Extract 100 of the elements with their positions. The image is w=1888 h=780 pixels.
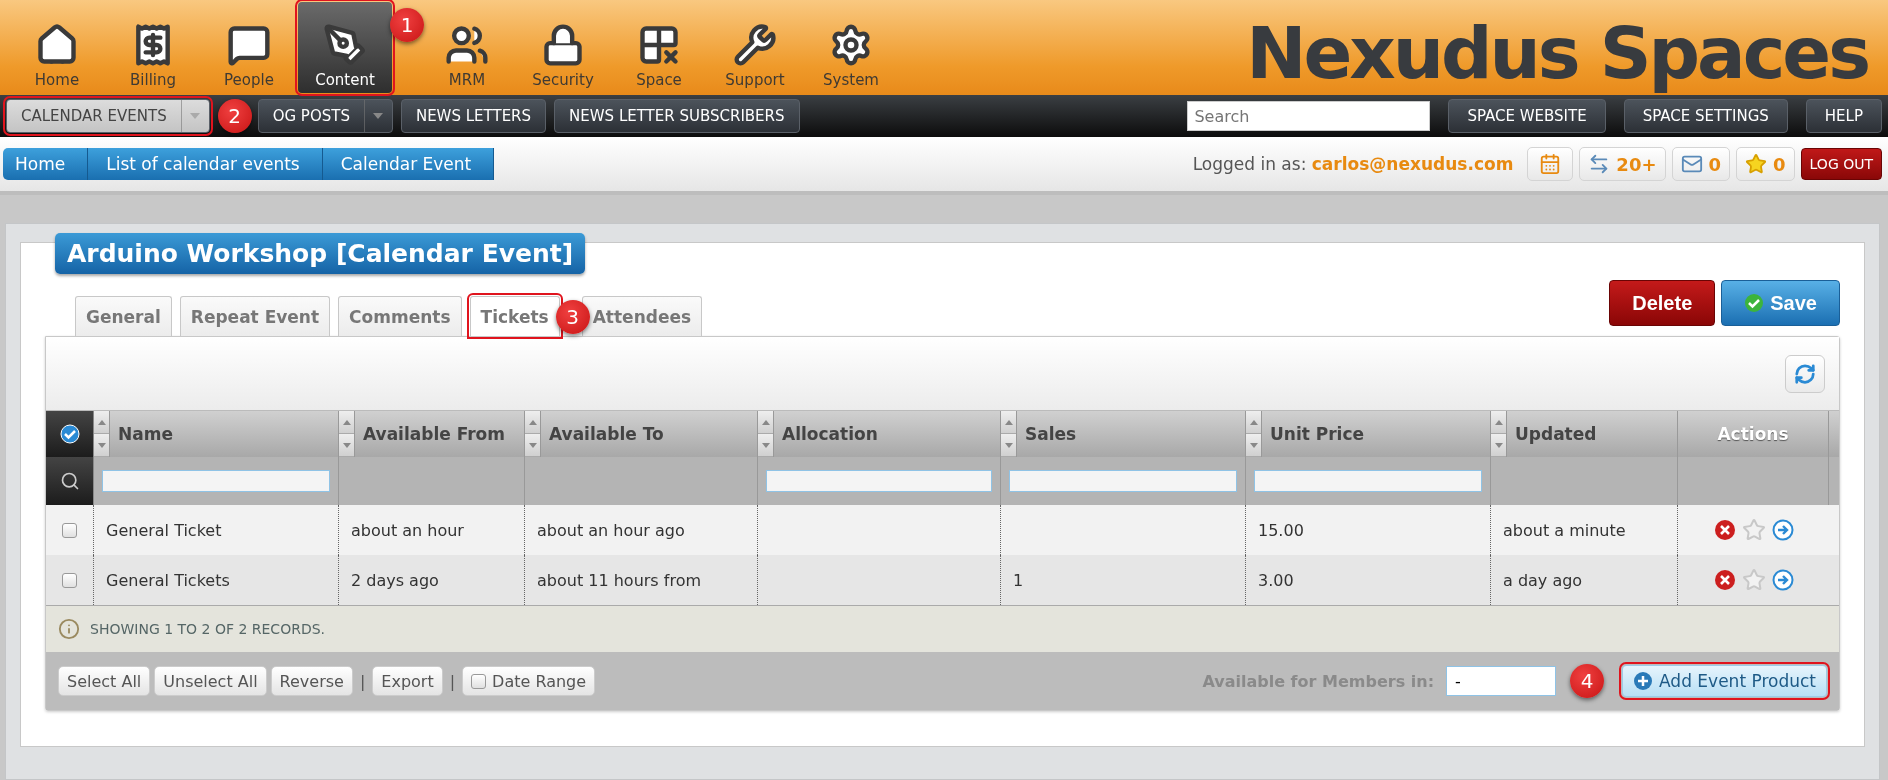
arrow-right-icon[interactable] xyxy=(1771,519,1794,541)
page-title: Arduino Workshop [Calendar Event] xyxy=(55,233,586,274)
tab[interactable]: General xyxy=(75,296,172,336)
counter-button[interactable] xyxy=(1527,147,1574,181)
search-field[interactable]: Search xyxy=(1187,101,1431,131)
breadcrumb-link[interactable]: Home xyxy=(3,148,89,180)
nav-tab[interactable]: Security xyxy=(516,2,610,93)
sort-arrows-icon[interactable] xyxy=(339,411,355,457)
breadcrumb-link[interactable]: List of calendar events xyxy=(88,148,323,180)
filter-field[interactable] xyxy=(766,470,992,492)
table-cell: 1 xyxy=(1013,570,1024,590)
logout-button[interactable]: LOG OUT xyxy=(1800,148,1882,180)
caret-icon xyxy=(190,113,201,119)
delete-icon[interactable] xyxy=(1713,519,1736,541)
members-field[interactable]: - xyxy=(1446,666,1557,696)
calendar-icon xyxy=(1539,153,1562,175)
house-icon xyxy=(35,23,79,67)
nav-tab[interactable]: Billing xyxy=(106,2,200,93)
nav-tab[interactable]: Content xyxy=(298,2,392,93)
refresh-button[interactable] xyxy=(1785,354,1825,393)
menu-dropdown[interactable]: OG POSTS xyxy=(257,99,393,133)
arrow-right-icon[interactable] xyxy=(1771,569,1794,591)
breadcrumb-link[interactable]: Calendar Event xyxy=(322,148,495,180)
speech-bubble-icon xyxy=(227,23,271,67)
sort-arrows-icon[interactable] xyxy=(525,411,541,457)
mail-icon xyxy=(1680,153,1703,175)
tab[interactable]: Attendees xyxy=(581,296,703,336)
star-icon[interactable] xyxy=(1741,568,1766,592)
sort-arrows-icon[interactable] xyxy=(94,411,110,457)
info-icon xyxy=(58,618,80,640)
separator: | xyxy=(448,671,457,691)
header-button[interactable]: SPACE WEBSITE xyxy=(1448,99,1606,133)
sort-arrows-icon[interactable] xyxy=(1001,411,1017,457)
menu-dropdown[interactable]: CALENDAR EVENTS xyxy=(6,99,210,133)
date-range-checkbox[interactable]: Date Range xyxy=(462,666,596,696)
table-cell: about 11 hours from xyxy=(537,570,701,590)
filter-field[interactable] xyxy=(1254,470,1482,492)
nav-tab[interactable]: People xyxy=(202,2,296,93)
table-cell: about an hour xyxy=(351,520,464,540)
check-icon xyxy=(1744,293,1765,313)
nav-tab[interactable]: System xyxy=(804,2,898,93)
footer-button[interactable]: Reverse xyxy=(270,666,353,696)
gear-icon xyxy=(829,23,873,67)
delete-icon[interactable] xyxy=(1713,569,1736,591)
caret-icon xyxy=(373,113,384,119)
delete-button[interactable]: Delete xyxy=(1609,280,1716,326)
sort-arrows-icon[interactable] xyxy=(758,411,774,457)
table-cell: about an hour ago xyxy=(537,520,685,540)
tab[interactable]: Tickets xyxy=(469,296,560,336)
logo: Nexudus Spaces xyxy=(1246,11,1868,95)
footer-button[interactable]: Export xyxy=(372,666,443,696)
table-cell: General Tickets xyxy=(106,570,230,590)
star-icon xyxy=(1745,153,1768,175)
row-checkbox[interactable] xyxy=(62,522,77,538)
nav-tab[interactable]: Support xyxy=(708,2,802,93)
people-icon xyxy=(445,23,489,67)
column-header[interactable]: Updated xyxy=(1515,424,1597,444)
filter-field[interactable] xyxy=(1009,470,1237,492)
column-header[interactable]: Sales xyxy=(1025,424,1077,444)
nav-tab[interactable]: Space xyxy=(612,2,706,93)
star-icon[interactable] xyxy=(1741,518,1766,542)
separator: | xyxy=(358,671,367,691)
table-cell: 3.00 xyxy=(1258,570,1294,590)
tab[interactable]: Repeat Event xyxy=(179,296,331,336)
nav-tab[interactable]: Home xyxy=(10,2,104,93)
header-button[interactable]: HELP xyxy=(1805,99,1882,133)
grid-icon xyxy=(637,23,681,67)
column-header[interactable]: Allocation xyxy=(782,424,878,444)
column-header[interactable]: Unit Price xyxy=(1270,424,1365,444)
row-checkbox[interactable] xyxy=(62,572,77,588)
table-cell: about a minute xyxy=(1503,520,1626,540)
sort-arrows-icon[interactable] xyxy=(1491,411,1507,457)
tab[interactable]: Comments xyxy=(338,296,462,336)
column-header[interactable]: Available To xyxy=(549,424,664,444)
table-cell: a day ago xyxy=(1503,570,1583,590)
column-header[interactable]: Name xyxy=(118,424,173,444)
table-cell: General Ticket xyxy=(106,520,222,540)
menu-button[interactable]: NEWS LETTER SUBSCRIBERS xyxy=(554,99,800,133)
footer-button[interactable]: Select All xyxy=(58,666,151,696)
footer-button[interactable]: Unselect All xyxy=(154,666,267,696)
step-marker: 4 xyxy=(1570,664,1605,698)
pen-nib-icon xyxy=(323,23,367,67)
menu-button[interactable]: NEWS LETTERS xyxy=(400,99,547,133)
logged-in-text: Logged in as: carlos@nexudus.com xyxy=(1192,154,1514,174)
filter-field[interactable] xyxy=(102,470,330,492)
records-info: SHOWING 1 TO 2 OF 2 RECORDS. xyxy=(90,621,325,637)
add-event-product-button[interactable]: Add Event Product xyxy=(1622,665,1827,697)
plus-icon xyxy=(1633,671,1654,691)
header-button[interactable]: SPACE SETTINGS xyxy=(1623,99,1788,133)
table-cell: 2 days ago xyxy=(351,570,439,590)
step-marker: 2 xyxy=(217,99,252,133)
column-header[interactable]: Available From xyxy=(363,424,505,444)
wrench-icon xyxy=(733,23,777,67)
refresh-icon xyxy=(1794,362,1816,385)
check-all-icon[interactable] xyxy=(59,424,80,444)
step-marker: 1 xyxy=(390,8,424,42)
padlock-icon xyxy=(541,23,585,67)
table-cell: 15.00 xyxy=(1258,520,1304,540)
sort-arrows-icon[interactable] xyxy=(1246,411,1262,457)
save-button[interactable]: Save xyxy=(1721,280,1840,326)
